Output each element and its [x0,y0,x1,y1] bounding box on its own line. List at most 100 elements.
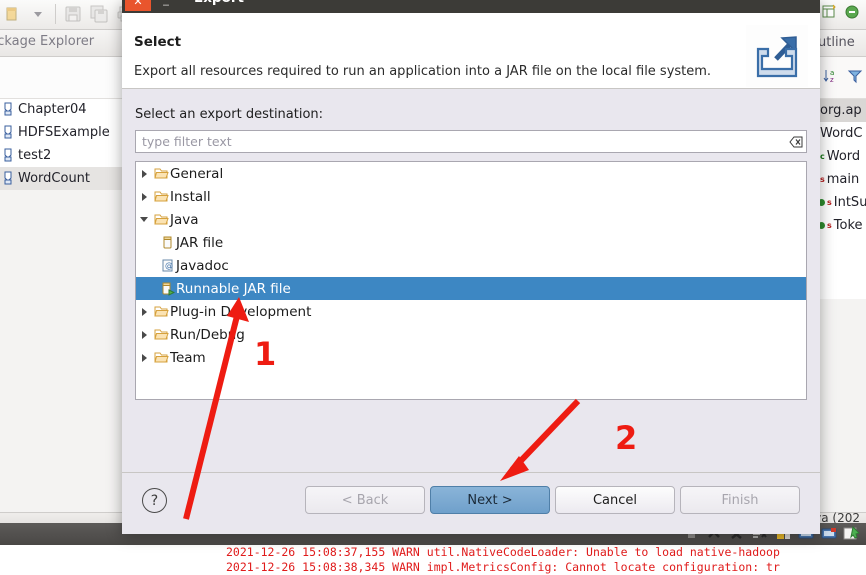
cancel-button[interactable]: Cancel [555,486,675,514]
close-icon[interactable]: ✕ [125,0,151,11]
package-explorer-tab-label: Package Explorer [0,34,95,49]
tree-node-label: Install [170,188,211,205]
new-outline-icon[interactable] [822,4,839,25]
list-item[interactable]: org.ap [818,99,866,122]
tree-node-label: Run/Debug [170,326,245,343]
dialog-titlebar[interactable]: ✕ ‒ Export [122,0,820,13]
tree-node-plug-in-development[interactable]: Plug-in Development [136,300,806,323]
search-input[interactable]: type filter text [135,130,807,153]
outline-toolbar [818,0,866,29]
runnable-jar-icon [158,281,176,296]
class-badge: c [820,152,825,161]
package-explorer-filter-strip [0,57,122,99]
tree-node-label: JAR file [176,234,224,251]
tree-node-label: Javadoc [176,257,229,274]
list-item[interactable]: HDFSExample [0,121,122,144]
tree-node-java[interactable]: Java [136,208,806,231]
outline-label: main [826,172,860,187]
chevron-right-icon[interactable] [136,192,152,201]
folder-icon [152,190,170,203]
tree-node-label: Plug-in Development [170,303,312,320]
project-label: WordCount [18,171,91,186]
list-item[interactable]: s main [818,168,866,191]
page-title: Select [134,34,182,50]
clear-filter-icon[interactable] [786,136,806,148]
tree-node-install[interactable]: Install [136,185,806,208]
dialog-window-title: Export [194,0,244,6]
pin-console-icon[interactable] [819,524,839,544]
outline-list[interactable]: org.ap WordC c Word s main s IntSu s Tok… [818,99,866,299]
outline-sort-strip: az [818,57,866,99]
list-item[interactable]: s Toke [818,214,866,237]
java-project-icon [2,125,15,140]
folder-icon [152,305,170,318]
list-item[interactable]: c Word [818,145,866,168]
java-project-icon [2,171,15,186]
tree-node-label: Team [170,349,206,366]
outline-label: Word [826,149,861,164]
list-item[interactable]: Chapter04 [0,98,122,121]
static-badge: s [827,221,832,230]
static-badge: s [827,198,832,207]
toolbar-divider [55,4,56,24]
outline-tab[interactable]: utline [818,30,866,57]
list-item[interactable]: WordC [818,122,866,145]
tree-node-jar-file[interactable]: JAR file [136,231,806,254]
finish-button[interactable]: Finish [680,486,800,514]
folder-icon [152,328,170,341]
collapse-icon[interactable] [844,4,861,25]
project-list[interactable]: Chapter04 HDFSExample test2 WordCount [0,98,122,190]
static-badge: s [820,175,825,184]
folder-icon [152,351,170,364]
java-project-icon [2,148,15,163]
export-icon [746,25,808,87]
list-item-selected[interactable]: WordCount [0,167,122,190]
page-description: Export all resources required to run an … [134,64,712,79]
export-dialog[interactable]: ✕ ‒ Export Select Export all resources r… [122,0,820,534]
tree-node-label: Java [170,211,199,228]
save-all-icon[interactable] [87,2,111,26]
chevron-right-icon[interactable] [136,330,152,339]
dialog-footer: ? < Back Next > Cancel Finish [122,472,820,534]
dialog-header: Select Export all resources required to … [122,13,820,89]
console-line: 2021-12-26 15:08:38,345 WARN impl.Metric… [226,560,780,574]
chevron-right-icon[interactable] [136,353,152,362]
folder-icon [152,167,170,180]
filter-icon[interactable] [847,68,863,88]
tree-node-run-debug[interactable]: Run/Debug [136,323,806,346]
tree-node-runnable-jar-file[interactable]: Runnable JAR file [136,277,806,300]
new-icon[interactable] [0,2,24,26]
sort-az-icon[interactable]: az [823,68,839,88]
destination-label: Select an export destination: [135,107,324,122]
dropdown-caret-icon[interactable] [26,2,50,26]
next-button[interactable]: Next > [430,486,550,514]
save-icon[interactable] [61,2,85,26]
dialog-body: Select an export destination: type filte… [122,89,820,472]
outline-label: IntSu [833,195,866,210]
outline-tab-label: utline [818,35,855,50]
javadoc-icon: @ [158,258,176,273]
open-console-icon[interactable] [842,524,862,544]
folder-icon [152,213,170,226]
chevron-down-icon[interactable] [136,217,152,222]
jar-icon [158,235,176,250]
list-item[interactable]: s IntSu [818,191,866,214]
chevron-right-icon[interactable] [136,307,152,316]
help-icon[interactable]: ? [142,488,167,513]
minimize-icon[interactable]: ‒ [153,0,179,11]
java-project-icon [2,102,15,117]
back-button[interactable]: < Back [305,486,425,514]
outline-label: WordC [820,126,863,141]
export-destination-tree[interactable]: General Install Java JAR file @ Javadoc … [135,161,807,400]
console-line: 2021-12-26 15:08:37,155 WARN util.Native… [226,545,780,559]
tree-node-general[interactable]: General [136,162,806,185]
tree-node-javadoc[interactable]: @ Javadoc [136,254,806,277]
project-label: Chapter04 [18,102,87,117]
tree-node-label: General [170,165,224,182]
tree-node-team[interactable]: Team [136,346,806,369]
package-explorer-tab[interactable]: Package Explorer [0,30,122,57]
chevron-right-icon[interactable] [136,169,152,178]
outline-label: org.ap [820,103,862,118]
list-item[interactable]: test2 [0,144,122,167]
console-output[interactable]: 2021-12-26 15:08:37,155 WARN util.Native… [222,545,866,575]
